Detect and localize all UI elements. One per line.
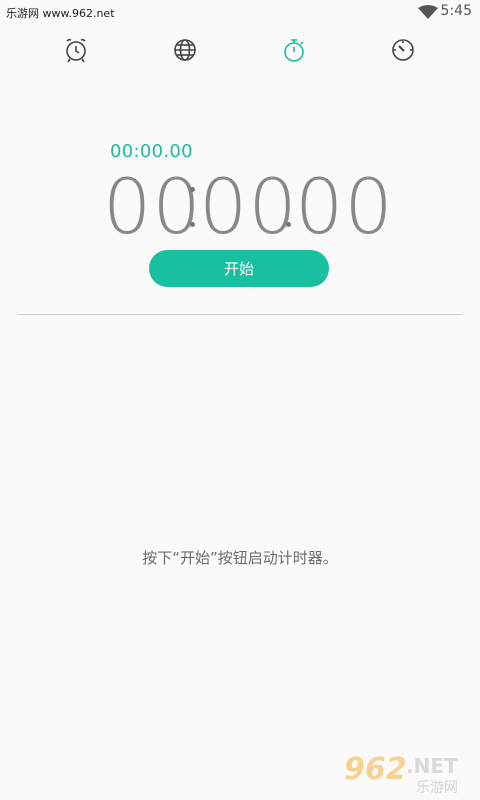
timer-minutes: 00 bbox=[103, 162, 202, 251]
stopwatch-display: 00 00 00 bbox=[103, 162, 393, 251]
tab-alarm[interactable] bbox=[56, 34, 96, 66]
divider bbox=[18, 314, 462, 315]
decimal-point bbox=[286, 222, 291, 227]
globe-icon bbox=[174, 39, 196, 61]
status-time: 5:45 bbox=[440, 3, 472, 19]
start-button[interactable]: 开始 bbox=[149, 250, 329, 287]
tab-timer[interactable] bbox=[383, 34, 423, 66]
colon-dot-top bbox=[190, 187, 195, 192]
logo-number: 962 bbox=[344, 752, 407, 787]
wifi-icon bbox=[418, 5, 438, 19]
timer-hundredths: 00 bbox=[295, 162, 394, 251]
site-watermark-text: 乐游网 www.962.net bbox=[6, 7, 115, 20]
lap-time-display: 00:00.00 bbox=[110, 141, 193, 162]
timer-dial-icon bbox=[392, 39, 414, 61]
empty-state-hint: 按下“开始”按钮启动计时器。 bbox=[142, 549, 338, 567]
logo-name: 乐游网 bbox=[416, 780, 458, 796]
stopwatch-icon bbox=[284, 39, 304, 62]
tab-bar bbox=[0, 30, 480, 70]
status-bar: 乐游网 www.962.net 5:45 bbox=[0, 0, 480, 24]
alarm-clock-icon bbox=[66, 38, 86, 63]
timer-seconds: 00 bbox=[199, 162, 298, 251]
tab-world-clock[interactable] bbox=[165, 34, 205, 66]
logo-domain: .NET bbox=[406, 754, 458, 778]
tab-stopwatch[interactable] bbox=[274, 34, 314, 66]
site-logo-watermark: 962 .NET 乐游网 bbox=[342, 752, 478, 796]
colon-dot-bottom bbox=[190, 222, 195, 227]
